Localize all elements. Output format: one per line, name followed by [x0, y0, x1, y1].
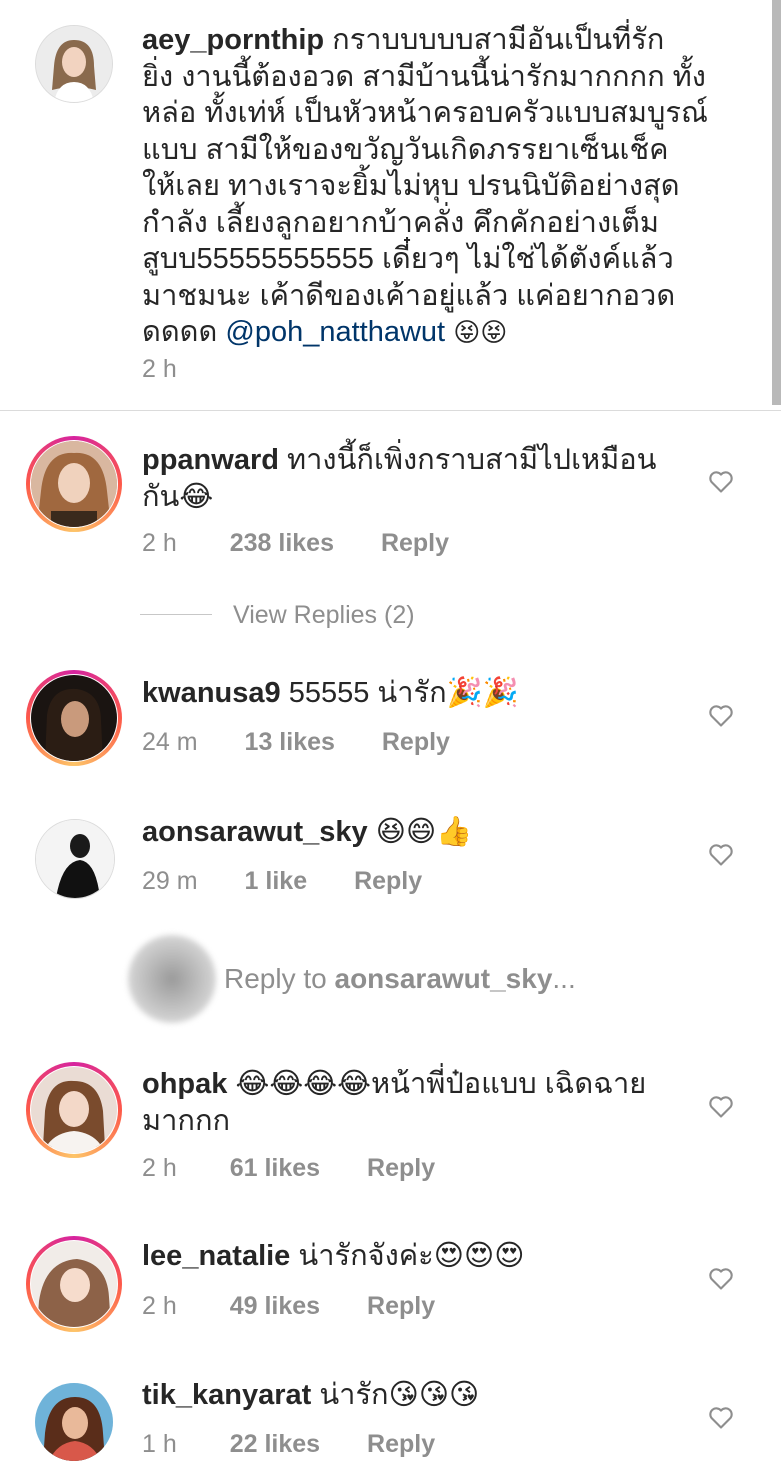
heart-outline-icon[interactable]: [707, 1092, 735, 1120]
caption-line: สูบบ55555555555 เดี๋ยวๆ ไม่ใช่ได้ตังค์แล…: [142, 243, 674, 275]
avatar-ring[interactable]: [26, 1236, 122, 1332]
reply-button[interactable]: Reply: [381, 529, 449, 557]
heart-outline-icon[interactable]: [707, 701, 735, 729]
comment-username[interactable]: aonsarawut_sky: [142, 816, 368, 848]
caption-line: กำลัง เลี้ยงลูกอยากบ้าคลั่ง คึกคักอย่างเ…: [142, 206, 659, 239]
caption-line: หล่อ ทั้งเท่ห์ เป็นหัวหน้าครอบครัวแบบสมบ…: [142, 97, 708, 129]
comment-username[interactable]: ppanward: [142, 444, 279, 476]
avatar-ring[interactable]: [26, 436, 122, 532]
likes-count[interactable]: 238 likes: [230, 529, 334, 557]
heart-outline-icon[interactable]: [707, 840, 735, 868]
reply-button[interactable]: Reply: [382, 728, 450, 756]
comment-meta: 2 h 49 likes Reply: [142, 1292, 435, 1321]
likes-count[interactable]: 13 likes: [245, 728, 335, 756]
avatar: [31, 675, 117, 761]
caption-line: แบบ สามีให้ของขวัญวันเกิดภรรยาเซ็นเช็ค: [142, 133, 669, 166]
comment-meta: 29 m 1 like Reply: [142, 867, 422, 896]
view-replies-line: [140, 614, 212, 615]
avatar-ring[interactable]: [26, 1062, 122, 1158]
comment-text: aonsarawut_sky 😆😄👍: [142, 814, 682, 851]
comment-body: น่ารัก😘😘😘: [319, 1379, 480, 1411]
comment-text: ppanward ทางนี้ก็เพิ่งกราบสามีไปเหมือน ก…: [142, 442, 682, 515]
avatar-ring[interactable]: [26, 670, 122, 766]
caption-divider: [0, 410, 781, 411]
likes-count[interactable]: 1 like: [245, 867, 308, 895]
comment-meta: 2 h 61 likes Reply: [142, 1154, 435, 1183]
reply-prompt-username: aonsarawut_sky: [334, 963, 553, 994]
comment-text: ohpak 😂😂😂😂หน้าพี่ป๋อแบบ เฉิดฉาย มากกก: [142, 1066, 682, 1139]
comment-body: กัน😂: [142, 480, 214, 513]
avatar[interactable]: [35, 819, 115, 899]
reply-button[interactable]: Reply: [367, 1292, 435, 1320]
caption-username[interactable]: aey_pornthip: [142, 24, 324, 56]
reply-button[interactable]: Reply: [367, 1430, 435, 1458]
heart-outline-icon[interactable]: [707, 1264, 735, 1292]
scrollbar[interactable]: [772, 0, 781, 405]
caption-line: ยิ่ง งานนี้ต้องอวด สามีบ้านนี้น่ารักมากก…: [142, 60, 706, 93]
comment-body: น่ารักจังค่ะ😍😍😍: [298, 1240, 525, 1272]
comment-time: 29 m: [142, 867, 198, 895]
avatar-portrait: [36, 26, 112, 102]
comment-meta: 24 m 13 likes Reply: [142, 728, 450, 757]
comment-text: tik_kanyarat น่ารัก😘😘😘: [142, 1377, 682, 1414]
reply-prompt-suffix: ...: [552, 963, 576, 994]
comment-time: 1 h: [142, 1430, 177, 1458]
likes-count[interactable]: 49 likes: [230, 1292, 320, 1320]
comment-text: kwanusa9 55555 น่ารัก🎉🎉: [142, 675, 682, 712]
likes-count[interactable]: 22 likes: [230, 1430, 320, 1458]
comment-time: 2 h: [142, 1292, 177, 1320]
caption-time: 2 h: [142, 355, 177, 383]
comment-body: มากกก: [142, 1104, 231, 1137]
comment-body: ทางนี้ก็เพิ่งกราบสามีไปเหมือน: [287, 444, 657, 476]
view-replies-button[interactable]: View Replies (2): [233, 601, 415, 630]
avatar: [31, 441, 117, 527]
comment-body: 😆😄👍: [375, 816, 473, 848]
caption-line: ดดดด: [142, 316, 218, 348]
comment-body: 😂😂😂😂หน้าพี่ป๋อแบบ เฉิดฉาย: [235, 1068, 647, 1100]
comment-username[interactable]: ohpak: [142, 1068, 227, 1100]
comment-text: lee_natalie น่ารักจังค่ะ😍😍😍: [142, 1238, 682, 1275]
caption-line: ให้เลย ทางเราจะยิ้มไม่หุบ ปรนนิบัติอย่าง…: [142, 170, 680, 202]
caption-avatar[interactable]: [35, 25, 113, 103]
comment-meta: 1 h 22 likes Reply: [142, 1430, 435, 1459]
current-user-avatar: [128, 935, 216, 1023]
comment-username[interactable]: kwanusa9: [142, 677, 281, 709]
avatar: [31, 1067, 117, 1153]
avatar: [31, 1241, 117, 1327]
comment-body: 55555 น่ารัก🎉🎉: [288, 677, 519, 709]
reply-button[interactable]: Reply: [354, 867, 422, 895]
comment-username[interactable]: tik_kanyarat: [142, 1379, 311, 1411]
heart-outline-icon[interactable]: [707, 467, 735, 495]
likes-count[interactable]: 61 likes: [230, 1154, 320, 1182]
caption-line: กราบบบบบสามีอันเป็นที่รัก: [332, 24, 665, 56]
mention-link[interactable]: @poh_natthawut: [225, 316, 445, 348]
reply-button[interactable]: Reply: [367, 1154, 435, 1182]
comment-time: 2 h: [142, 529, 177, 557]
heart-outline-icon[interactable]: [707, 1403, 735, 1431]
reply-input[interactable]: Reply to aonsarawut_sky...: [224, 963, 576, 995]
avatar[interactable]: [35, 1383, 113, 1461]
caption-line: มาชมนะ เค้าดีของเค้าอยู่แล้ว แค่อยากอวด: [142, 279, 676, 312]
comment-meta: 2 h 238 likes Reply: [142, 529, 449, 558]
comment-time: 24 m: [142, 728, 198, 756]
comment-username[interactable]: lee_natalie: [142, 1240, 290, 1272]
comment-time: 2 h: [142, 1154, 177, 1182]
caption-text: aey_pornthip กราบบบบบสามีอันเป็นที่รัก ย…: [142, 22, 742, 352]
reply-prompt-prefix: Reply to: [224, 963, 335, 994]
caption-emojis: 😝😝: [453, 318, 508, 348]
